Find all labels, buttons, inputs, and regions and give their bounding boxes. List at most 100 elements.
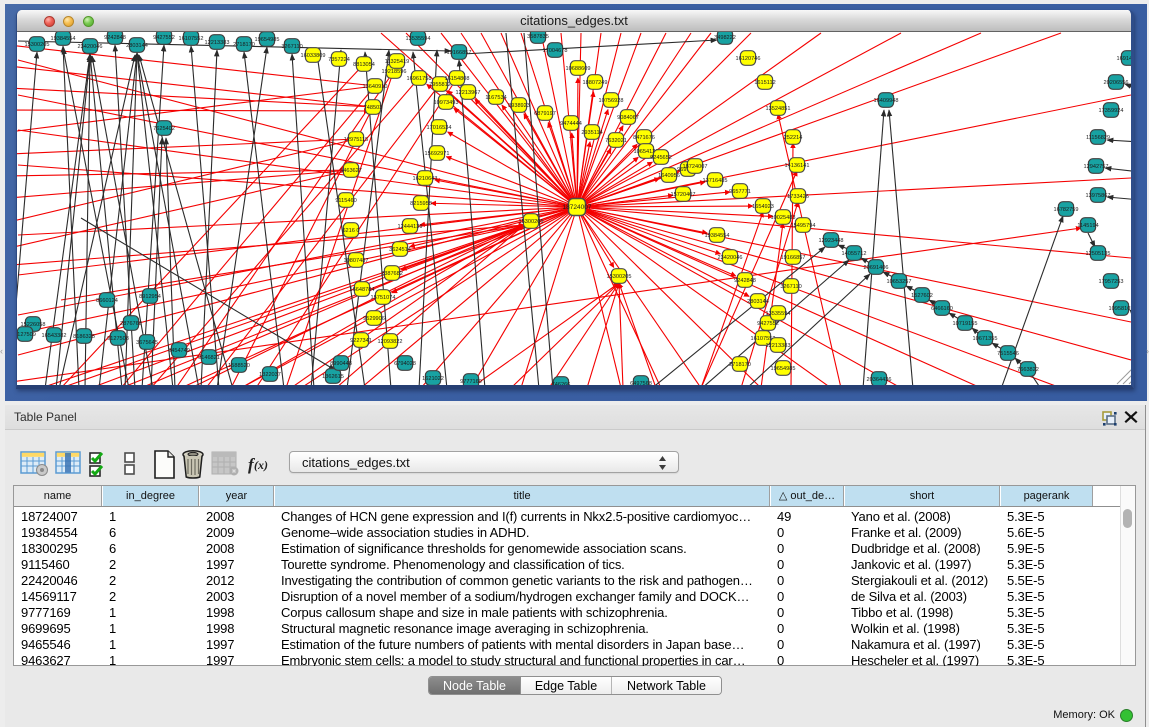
svg-text:8938923: 8938923 [508, 103, 530, 109]
svg-text:10719155: 10719155 [953, 321, 978, 327]
svg-text:9529906: 9529906 [363, 316, 385, 322]
svg-text:2803144: 2803144 [126, 43, 148, 49]
svg-text:16409948: 16409948 [874, 98, 899, 104]
svg-text:9427552: 9427552 [153, 35, 175, 41]
svg-text:7955812: 7955812 [429, 82, 451, 88]
svg-text:16782759: 16782759 [1054, 207, 1079, 213]
svg-text:16914479: 16914479 [1117, 56, 1131, 62]
svg-text:15300205: 15300205 [607, 274, 632, 280]
svg-text:9084067: 9084067 [617, 115, 639, 121]
svg-text:7625402: 7625402 [153, 126, 175, 132]
svg-text:15692971: 15692971 [425, 151, 450, 157]
svg-text:16961758: 16961758 [407, 76, 432, 82]
svg-text:2935114: 2935114 [581, 130, 602, 136]
svg-text:9777169: 9777169 [460, 379, 482, 385]
svg-text:252214: 252214 [784, 135, 803, 141]
svg-text:13535594: 13535594 [406, 36, 431, 42]
svg-text:9127508: 9127508 [107, 336, 129, 342]
svg-text:6794028: 6794028 [394, 361, 416, 367]
svg-text:3267110: 3267110 [281, 44, 302, 50]
svg-text:12444139: 12444139 [398, 224, 423, 230]
svg-text:15720407: 15720407 [671, 192, 696, 198]
svg-text:12923448: 12923448 [819, 238, 844, 244]
svg-text:17004678: 17004678 [543, 48, 568, 54]
svg-text:9115460: 9115460 [335, 198, 356, 204]
svg-text:2718170: 2718170 [233, 42, 255, 48]
svg-text:15495794: 15495794 [791, 223, 816, 229]
svg-text:13975867: 13975867 [1086, 193, 1111, 199]
svg-text:10653257: 10653257 [887, 279, 912, 285]
svg-text:9427552: 9427552 [757, 321, 779, 327]
svg-text:19218596: 19218596 [382, 69, 407, 75]
svg-text:17359924: 17359924 [1099, 108, 1124, 114]
svg-text:1322037: 1322037 [259, 372, 281, 378]
svg-text:12505135: 12505135 [1086, 251, 1111, 257]
svg-text:10807487: 10807487 [344, 258, 369, 264]
svg-text:748503: 748503 [364, 105, 383, 111]
svg-text:1733426: 1733426 [787, 194, 809, 200]
svg-text:8186328: 8186328 [73, 334, 95, 340]
svg-text:1654923: 1654923 [752, 204, 774, 210]
svg-text:746266: 746266 [552, 382, 571, 385]
svg-text:10958107: 10958107 [1109, 306, 1131, 312]
svg-text:1615112: 1615112 [754, 80, 775, 86]
svg-text:6497568: 6497568 [630, 381, 652, 385]
svg-text:13524851: 13524851 [766, 106, 791, 112]
svg-text:2718170: 2718170 [729, 362, 751, 368]
svg-text:3587835: 3587835 [527, 34, 549, 40]
svg-text:20206556: 20206556 [1104, 80, 1129, 86]
svg-text:3675645: 3675645 [136, 340, 158, 346]
svg-text:16543382: 16543382 [42, 333, 67, 339]
svg-text:17957253: 17957253 [1099, 279, 1124, 285]
svg-text:3624514: 3624514 [389, 247, 411, 253]
svg-text:9463627: 9463627 [340, 168, 362, 174]
svg-text:7632021: 7632021 [605, 138, 627, 144]
svg-text:8912954: 8912954 [139, 294, 161, 300]
svg-text:23420046: 23420046 [718, 255, 743, 261]
svg-text:7357224: 7357224 [328, 57, 350, 63]
svg-text:23420046: 23420046 [78, 44, 103, 50]
svg-text:9146821: 9146821 [198, 355, 220, 361]
svg-text:19654985: 19654985 [771, 366, 796, 372]
svg-text:3267110: 3267110 [780, 284, 801, 290]
svg-text:16210643: 16210643 [413, 176, 438, 182]
svg-text:15751074: 15751074 [371, 295, 396, 301]
svg-text:20364436: 20364436 [867, 377, 892, 383]
svg-text:15300205: 15300205 [25, 42, 50, 48]
svg-text:10671355: 10671355 [973, 336, 998, 342]
svg-text:8990448: 8990448 [330, 361, 352, 367]
svg-text:1621022: 1621022 [422, 376, 444, 382]
svg-text:1362615: 1362615 [322, 374, 344, 380]
svg-text:12213383: 12213383 [766, 343, 791, 349]
svg-text:18807249: 18807249 [583, 80, 608, 86]
svg-text:12093822: 12093822 [378, 339, 403, 345]
svg-text:1527602: 1527602 [911, 293, 933, 299]
svg-text:3498222: 3498222 [714, 35, 736, 41]
svg-text:9242848: 9242848 [104, 35, 126, 41]
svg-text:8471676: 8471676 [633, 135, 655, 141]
svg-text:12975115: 12975115 [344, 137, 368, 143]
svg-text:18724007: 18724007 [563, 204, 592, 211]
svg-text:9657771: 9657771 [729, 189, 751, 195]
svg-text:2803144: 2803144 [747, 299, 769, 305]
svg-text:13716485: 13716485 [703, 178, 728, 184]
svg-text:7515546: 7515546 [997, 351, 1019, 357]
svg-text:9127509: 9127509 [17, 332, 36, 338]
svg-text:16033809: 16033809 [301, 53, 326, 59]
svg-text:19166857: 19166857 [447, 50, 472, 56]
svg-text:9242848: 9242848 [734, 278, 756, 284]
svg-text:19384554: 19384554 [705, 233, 730, 239]
svg-text:9227341: 9227341 [350, 338, 372, 344]
svg-text:8813054: 8813054 [353, 62, 375, 68]
svg-text:19654985: 19654985 [255, 37, 280, 43]
svg-text:16107552: 16107552 [179, 36, 204, 42]
svg-text:8454749: 8454749 [168, 348, 190, 354]
svg-text:10025483: 10025483 [771, 215, 796, 221]
svg-text:11156829: 11156829 [1086, 135, 1110, 141]
svg-text:8215958: 8215958 [410, 201, 432, 207]
svg-text:10756928: 10756928 [599, 98, 624, 104]
svg-text:(x): (x) [254, 458, 268, 472]
svg-text:1145194: 1145194 [1077, 223, 1098, 229]
svg-text:6466160: 6466160 [931, 306, 953, 312]
svg-text:11325419: 11325419 [385, 59, 409, 65]
